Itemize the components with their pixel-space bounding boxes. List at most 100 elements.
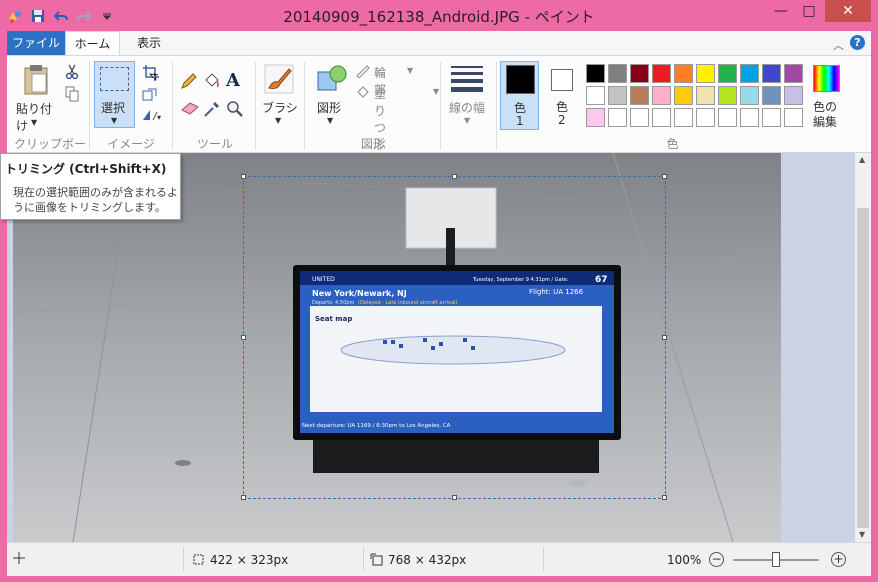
crop-tooltip: トリミング (Ctrl+Shift+X) 現在の選択範囲のみが含まれるように画像… [0,153,181,220]
zoom-level: 100% [667,553,702,567]
fill-bucket-icon[interactable] [203,72,221,93]
palette-swatch[interactable] [674,108,693,127]
selection-handle[interactable] [241,174,246,179]
size-button[interactable]: 線の幅 ▼ [443,62,493,130]
group-divider [172,62,173,150]
palette-swatch[interactable] [652,64,671,83]
palette-swatch[interactable] [762,86,781,105]
selection-handle[interactable] [452,174,457,179]
palette-swatch[interactable] [740,64,759,83]
palette-swatch[interactable] [740,86,759,105]
fill-dropdown-icon: ▼ [433,87,440,96]
palette-swatch[interactable] [696,108,715,127]
text-tool-icon[interactable]: A [226,70,240,91]
palette-swatch[interactable] [652,108,671,127]
scroll-up-icon[interactable]: ▲ [859,155,865,164]
rotate-icon[interactable]: ▾ [142,108,164,125]
palette-swatch[interactable] [630,86,649,105]
resize-icon[interactable] [142,85,160,104]
palette-swatch[interactable] [586,108,605,127]
size-dropdown-icon: ▼ [464,116,471,125]
palette-swatch[interactable] [652,86,671,105]
palette-swatch[interactable] [784,86,803,105]
palette-swatch[interactable] [674,64,693,83]
selection-handle[interactable] [452,495,457,500]
selection-handle[interactable] [241,495,246,500]
cut-icon[interactable] [65,64,79,83]
selection-handle[interactable] [662,335,667,340]
cursor-position-icon [13,552,25,567]
ribbon-home: 貼り付け ▼ クリップボード 選択 ▼ ▾ イメージ [7,55,871,169]
zoom-slider-thumb[interactable] [772,552,780,567]
shapes-button[interactable]: 図形 ▼ [310,62,354,130]
vertical-scrollbar[interactable]: ▲ ▼ [855,153,871,542]
palette-swatch[interactable] [674,86,693,105]
palette-swatch[interactable] [630,108,649,127]
selection-size: 422 × 323px [210,553,289,567]
zoom-in-button[interactable]: + [831,552,846,567]
tab-view[interactable]: 表示 [127,31,171,56]
palette-swatch[interactable] [696,86,715,105]
palette-swatch[interactable] [608,64,627,83]
crop-icon[interactable] [142,64,160,85]
eraser-icon[interactable] [180,101,200,118]
magnifier-icon[interactable] [226,100,244,121]
palette-swatch[interactable] [762,108,781,127]
group-divider [440,62,441,150]
scroll-thumb[interactable] [857,208,869,528]
palette-swatch[interactable] [762,64,781,83]
size-line-thick [451,79,483,83]
palette-swatch[interactable] [608,86,627,105]
maximize-button[interactable]: □ [795,0,823,22]
color-wheel-icon [813,65,840,92]
select-dropdown-icon: ▼ [111,116,118,125]
tooltip-title: トリミング (Ctrl+Shift+X) [5,162,167,176]
paste-button[interactable]: 貼り付け ▼ [13,62,57,133]
selection-handle[interactable] [662,174,667,179]
palette-swatch[interactable] [718,86,737,105]
palette-swatch[interactable] [740,108,759,127]
tab-file[interactable]: ファイル [7,31,65,56]
status-divider [543,547,544,571]
color1-button[interactable]: 色 1 [500,61,539,130]
svg-text:▾: ▾ [157,113,161,122]
color1-swatch [506,65,535,94]
selection-rectangle[interactable] [241,174,667,500]
tools-group-label: ツール [196,137,233,151]
selection-handle[interactable] [241,335,246,340]
status-divider [363,547,364,571]
palette-swatch[interactable] [784,64,803,83]
group-divider [304,62,305,150]
size-line-medium [451,72,483,75]
palette-swatch[interactable] [718,64,737,83]
selection-handle[interactable] [662,495,667,500]
image-size: 768 × 432px [388,553,467,567]
palette-swatch[interactable] [696,64,715,83]
group-divider [496,62,497,150]
select-button[interactable]: 選択 ▼ [94,61,135,128]
color-picker-icon[interactable] [203,100,221,121]
palette-swatch[interactable] [630,64,649,83]
color2-button[interactable]: 色 2 [543,61,582,130]
outline-dropdown-icon: ▼ [407,66,414,75]
palette-swatch[interactable] [586,64,605,83]
scroll-down-icon[interactable]: ▼ [859,530,865,539]
zoom-out-button[interactable]: − [709,552,724,567]
minimize-button[interactable]: — [767,0,795,22]
palette-swatch[interactable] [718,108,737,127]
shapes-dropdown-icon: ▼ [327,116,334,125]
help-icon[interactable]: ? [850,35,865,50]
brush-button[interactable]: ブラシ ▼ [258,62,300,130]
tab-home[interactable]: ホーム [65,31,120,56]
palette-swatch[interactable] [586,86,605,105]
close-button[interactable]: ✕ [825,0,871,22]
paste-label: 貼り付け [16,102,53,133]
pencil-icon[interactable] [180,72,198,93]
edit-colors-button[interactable]: 色の 編集 [809,61,845,130]
title-bar: 20140909_162138_Android.JPG - ペイント — □ ✕ [0,0,878,31]
palette-swatch[interactable] [608,108,627,127]
select-rect-icon [100,67,129,91]
collapse-ribbon-icon[interactable]: ︿ [833,37,844,53]
copy-icon[interactable] [65,86,79,105]
palette-swatch[interactable] [784,108,803,127]
